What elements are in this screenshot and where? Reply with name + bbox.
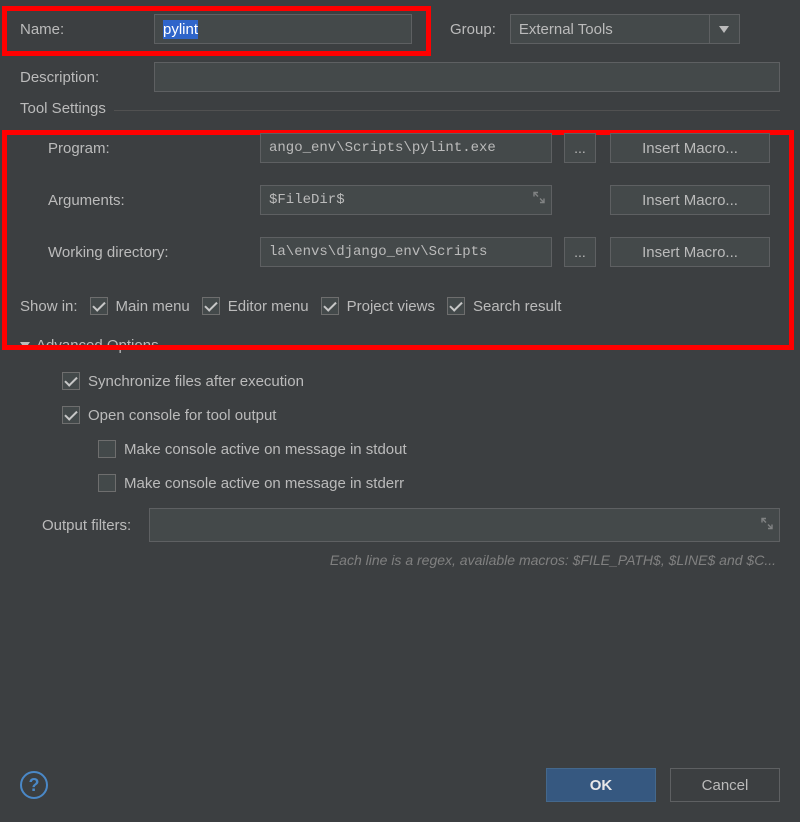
workdir-input[interactable]: la\envs\django_env\Scripts <box>260 237 552 267</box>
checkbox-icon <box>321 297 339 315</box>
group-select[interactable]: External Tools <box>510 14 740 44</box>
checkbox-icon <box>62 406 80 424</box>
program-label: Program: <box>48 140 248 157</box>
advanced-options-body: Synchronize files after execution Open c… <box>20 372 780 492</box>
workdir-label: Working directory: <box>48 244 248 261</box>
tool-settings-group: Tool Settings Program: ango_env\Scripts\… <box>20 110 780 279</box>
expand-icon[interactable] <box>761 517 773 534</box>
description-label: Description: <box>20 69 140 86</box>
advanced-options-toggle[interactable]: Advanced Options <box>20 337 780 354</box>
chevron-down-icon <box>719 26 729 33</box>
show-in-label: Show in: <box>20 298 78 315</box>
ellipsis-icon: ... <box>574 244 586 260</box>
output-filters-row: Output filters: <box>20 508 780 542</box>
arguments-insert-macro-button[interactable]: Insert Macro... <box>610 185 770 215</box>
show-in-editor-menu[interactable]: Editor menu <box>202 297 309 315</box>
help-button[interactable]: ? <box>20 771 48 799</box>
output-filters-label: Output filters: <box>42 517 131 534</box>
show-in-search-results[interactable]: Search result <box>447 297 561 315</box>
program-input[interactable]: ango_env\Scripts\pylint.exe <box>260 133 552 163</box>
group-value: External Tools <box>519 21 613 38</box>
name-label: Name: <box>20 21 140 38</box>
program-browse-button[interactable]: ... <box>564 133 596 163</box>
show-in-project-views[interactable]: Project views <box>321 297 435 315</box>
tool-settings-legend: Tool Settings <box>20 100 114 117</box>
output-filters-hint: Each line is a regex, available macros: … <box>20 552 780 568</box>
checkbox-icon <box>202 297 220 315</box>
program-insert-macro-button[interactable]: Insert Macro... <box>610 133 770 163</box>
show-in-main-menu[interactable]: Main menu <box>90 297 190 315</box>
workdir-insert-macro-button[interactable]: Insert Macro... <box>610 237 770 267</box>
description-input[interactable] <box>154 62 780 92</box>
checkbox-icon <box>98 440 116 458</box>
arguments-row: Arguments: $FileDir$ Insert Macro... <box>48 185 770 215</box>
active-stderr-checkbox[interactable]: Make console active on message in stderr <box>98 474 780 492</box>
checkbox-icon <box>62 372 80 390</box>
chevron-down-icon <box>20 342 30 349</box>
description-row: Description: <box>20 62 780 92</box>
checkbox-icon <box>90 297 108 315</box>
dialog-footer: ? OK Cancel <box>20 768 780 802</box>
question-icon: ? <box>29 775 40 796</box>
name-group-row: Name: pylint Group: External Tools <box>20 14 780 44</box>
show-in-row: Show in: Main menu Editor menu Project v… <box>20 297 780 315</box>
cancel-button[interactable]: Cancel <box>670 768 780 802</box>
sync-files-checkbox[interactable]: Synchronize files after execution <box>62 372 780 390</box>
active-stdout-checkbox[interactable]: Make console active on message in stdout <box>98 440 780 458</box>
workdir-browse-button[interactable]: ... <box>564 237 596 267</box>
expand-icon[interactable] <box>533 192 545 209</box>
group-label: Group: <box>450 21 496 38</box>
external-tool-dialog: Name: pylint Group: External Tools Descr… <box>0 0 800 822</box>
name-input[interactable]: pylint <box>154 14 412 44</box>
arguments-input[interactable]: $FileDir$ <box>260 185 552 215</box>
output-filters-input[interactable] <box>149 508 780 542</box>
checkbox-icon <box>98 474 116 492</box>
ok-button[interactable]: OK <box>546 768 656 802</box>
group-dropdown-button[interactable] <box>710 14 740 44</box>
arguments-label: Arguments: <box>48 192 248 209</box>
ellipsis-icon: ... <box>574 140 586 156</box>
program-row: Program: ango_env\Scripts\pylint.exe ...… <box>48 133 770 163</box>
workdir-row: Working directory: la\envs\django_env\Sc… <box>48 237 770 267</box>
open-console-checkbox[interactable]: Open console for tool output <box>62 406 780 424</box>
checkbox-icon <box>447 297 465 315</box>
